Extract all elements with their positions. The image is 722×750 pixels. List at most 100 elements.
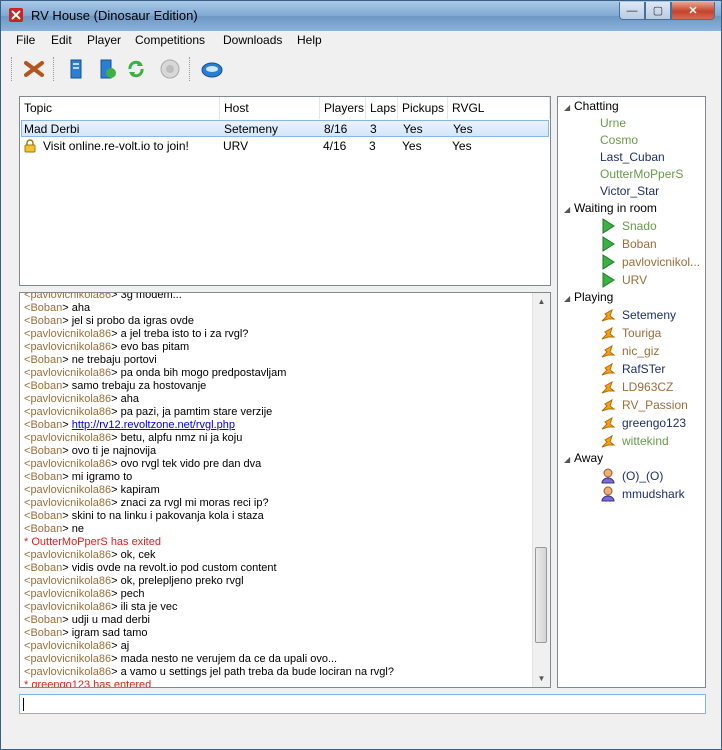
- menu-help[interactable]: Help: [297, 33, 322, 47]
- user-item[interactable]: RV_Passion: [601, 398, 688, 412]
- chat-nick[interactable]: pavlovicnikola86: [30, 341, 111, 353]
- user-item[interactable]: mmudshark: [601, 486, 685, 502]
- chat-text: kapiram: [120, 484, 160, 496]
- chat-nick[interactable]: pavlovicnikola86: [30, 549, 111, 561]
- menu-downloads[interactable]: Downloads: [223, 33, 282, 47]
- scroll-up-arrow[interactable]: ▲: [533, 293, 550, 310]
- column-header-topic[interactable]: Topic: [20, 97, 220, 119]
- toolbar-grip[interactable]: [11, 57, 15, 81]
- disabled-button[interactable]: [157, 57, 183, 81]
- menu-file[interactable]: File: [16, 33, 35, 47]
- chat-nick[interactable]: pavlovicnikola86: [30, 497, 111, 509]
- minimize-button[interactable]: —: [619, 2, 645, 20]
- refresh-icon: [128, 60, 144, 78]
- user-item[interactable]: LD963CZ: [601, 380, 673, 394]
- chat-nick[interactable]: Boban: [30, 510, 62, 522]
- chat-link[interactable]: http://rv12.revoltzone.net/rvgl.php: [72, 419, 235, 431]
- chat-line: <pavlovicnikola86> pa pazi, ja pamtim st…: [24, 406, 532, 419]
- chat-line: <pavlovicnikola86> znaci za rvgl mi mora…: [24, 497, 532, 510]
- chat-nick[interactable]: pavlovicnikola86: [30, 484, 111, 496]
- title-bar[interactable]: RV House (Dinosaur Edition) — ▢ ✕: [1, 1, 721, 31]
- scroll-down-arrow[interactable]: ▼: [533, 670, 550, 687]
- chat-nick[interactable]: Boban: [30, 419, 62, 431]
- column-header-rvgl[interactable]: RVGL: [448, 97, 550, 119]
- user-item[interactable]: RafSTer: [601, 362, 665, 376]
- column-header-host[interactable]: Host: [220, 97, 320, 119]
- join-game-button[interactable]: [93, 57, 119, 81]
- user-name: Victor_Star: [600, 184, 660, 198]
- chat-nick[interactable]: Boban: [30, 562, 62, 574]
- disconnect-button[interactable]: [21, 57, 47, 81]
- user-item[interactable]: Touriga: [601, 326, 661, 340]
- chat-nick[interactable]: pavlovicnikola86: [30, 367, 111, 379]
- chat-nick[interactable]: Boban: [30, 302, 62, 314]
- user-item[interactable]: Last_Cuban: [600, 150, 665, 164]
- chat-nick[interactable]: pavlovicnikola86: [30, 640, 111, 652]
- nick-bracket: >: [111, 588, 121, 600]
- user-item[interactable]: URV: [602, 272, 647, 288]
- menu-edit[interactable]: Edit: [51, 33, 72, 47]
- chat-nick[interactable]: pavlovicnikola86: [30, 293, 111, 301]
- chat-nick[interactable]: Boban: [30, 380, 62, 392]
- collapse-arrow-icon[interactable]: ◢: [564, 103, 574, 112]
- chat-nick[interactable]: pavlovicnikola86: [30, 666, 111, 678]
- host-game-button[interactable]: [63, 57, 89, 81]
- user-item[interactable]: nic_giz: [601, 344, 659, 358]
- user-item[interactable]: Boban: [602, 236, 657, 252]
- chat-line: <pavlovicnikola86> kapiram: [24, 484, 532, 497]
- column-header-laps[interactable]: Laps: [366, 97, 398, 119]
- chat-nick[interactable]: pavlovicnikola86: [30, 406, 111, 418]
- user-item[interactable]: Urne: [600, 116, 626, 130]
- user-item[interactable]: OutterMoPperS: [600, 167, 683, 181]
- user-item[interactable]: pavlovicnikol...: [602, 254, 700, 270]
- chat-log[interactable]: <pavlovicnikola86> 3g modem... <Boban> ah…: [19, 292, 551, 688]
- chat-nick[interactable]: Boban: [30, 315, 62, 327]
- maximize-button[interactable]: ▢: [645, 2, 671, 20]
- user-item[interactable]: Snado: [602, 218, 657, 234]
- user-item[interactable]: Cosmo: [600, 133, 638, 147]
- chat-nick[interactable]: Boban: [30, 627, 62, 639]
- game-row[interactable]: Visit online.re-volt.io to join! URV 4/1…: [21, 138, 549, 155]
- scroll-thumb[interactable]: [535, 547, 547, 643]
- chat-nick[interactable]: pavlovicnikola86: [30, 653, 111, 665]
- chat-scrollbar[interactable]: ▲ ▼: [532, 293, 550, 687]
- user-item[interactable]: wittekind: [601, 434, 669, 448]
- chat-nick[interactable]: pavlovicnikola86: [30, 575, 111, 587]
- chat-nick[interactable]: pavlovicnikola86: [30, 393, 111, 405]
- chat-nick[interactable]: pavlovicnikola86: [30, 601, 111, 613]
- chat-nick[interactable]: pavlovicnikola86: [30, 328, 111, 340]
- nick-bracket: >: [62, 471, 72, 483]
- user-name: Cosmo: [600, 133, 639, 147]
- user-group-header[interactable]: ◢ Away: [564, 451, 603, 465]
- menu-competitions[interactable]: Competitions: [135, 33, 205, 47]
- chat-nick[interactable]: pavlovicnikola86: [30, 588, 111, 600]
- chat-nick[interactable]: pavlovicnikola86: [30, 432, 111, 444]
- column-header-players[interactable]: Players: [320, 97, 366, 119]
- close-button[interactable]: ✕: [671, 2, 715, 20]
- user-group-header[interactable]: ◢ Waiting in room: [564, 201, 657, 215]
- launch-button[interactable]: [199, 57, 225, 81]
- user-item[interactable]: (O)_(O): [601, 468, 663, 484]
- chat-nick[interactable]: Boban: [30, 614, 62, 626]
- refresh-button[interactable]: [123, 57, 149, 81]
- column-header-pickups[interactable]: Pickups: [398, 97, 448, 119]
- user-name: Snado: [622, 219, 657, 233]
- chat-text: pech: [120, 588, 145, 600]
- chat-nick[interactable]: Boban: [30, 354, 62, 366]
- collapse-arrow-icon[interactable]: ◢: [564, 205, 574, 214]
- chat-nick[interactable]: Boban: [30, 471, 62, 483]
- user-group-header[interactable]: ◢ Chatting: [564, 99, 619, 113]
- chat-nick[interactable]: Boban: [30, 445, 62, 457]
- collapse-arrow-icon[interactable]: ◢: [564, 294, 574, 303]
- user-item[interactable]: Setemeny: [601, 308, 676, 322]
- game-row[interactable]: Mad Derbi Setemeny 8/16 3 Yes Yes: [21, 120, 549, 137]
- collapse-arrow-icon[interactable]: ◢: [564, 455, 574, 464]
- chat-nick[interactable]: Boban: [30, 523, 62, 535]
- minimize-icon: —: [626, 4, 638, 17]
- user-item[interactable]: Victor_Star: [600, 184, 659, 198]
- chat-nick[interactable]: pavlovicnikola86: [30, 458, 111, 470]
- user-group-header[interactable]: ◢ Playing: [564, 290, 613, 304]
- menu-player[interactable]: Player: [87, 33, 121, 47]
- user-item[interactable]: greengo123: [601, 416, 686, 430]
- chat-input[interactable]: [19, 694, 706, 714]
